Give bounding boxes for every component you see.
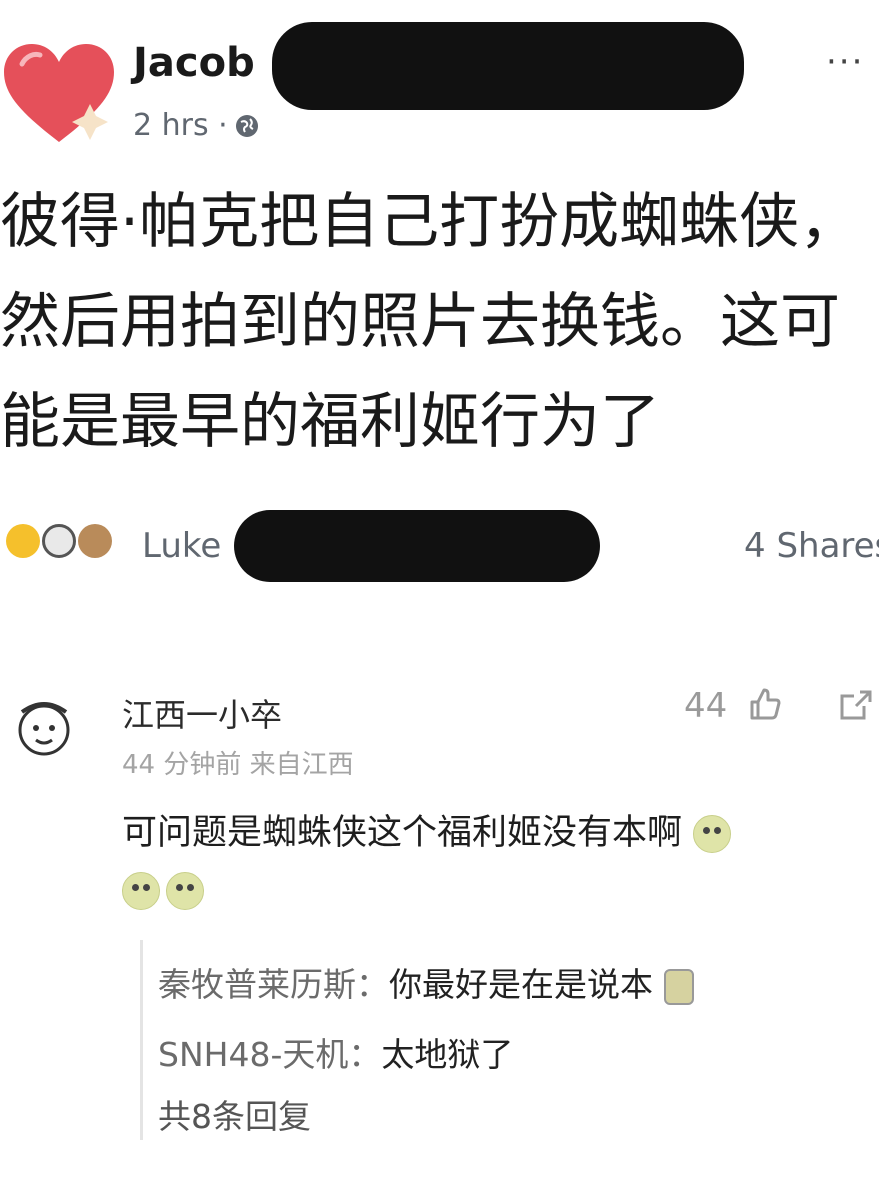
canned-face-icon — [663, 968, 694, 1005]
emoji-row — [122, 872, 204, 910]
haha-reaction-icon — [6, 524, 40, 558]
globe-icon — [235, 114, 258, 137]
pleading-face-icon — [166, 872, 204, 910]
thumbs-up-icon[interactable] — [746, 686, 782, 722]
commenter-avatar[interactable] — [8, 690, 80, 762]
reactor-name[interactable]: Luke — [142, 526, 221, 566]
reply-item[interactable]: 秦牧普莱历斯：你最好是在是说本 — [158, 958, 694, 1006]
comment-text: 可问题是蜘蛛侠这个福利姬没有本啊 — [122, 804, 732, 855]
more-options-icon[interactable]: ··· — [826, 42, 864, 82]
reply-text: 你最好是在是说本 — [389, 965, 653, 1004]
post-author[interactable]: Jacob — [133, 40, 255, 86]
shares-count[interactable]: 4 Shares — [744, 526, 879, 566]
post-timestamp: 2 hrs · — [133, 108, 260, 143]
pleading-face-icon — [693, 815, 732, 853]
share-icon[interactable] — [838, 688, 874, 722]
avatar-heart-icon[interactable] — [0, 38, 118, 150]
redaction-bar — [234, 510, 600, 582]
comment-text-content: 可问题是蜘蛛侠这个福利姬没有本啊 — [122, 813, 683, 853]
post-time-label: 2 hrs · — [133, 108, 228, 143]
care-reaction-icon — [42, 524, 76, 558]
commenter-name[interactable]: 江西一小卒 — [122, 690, 282, 736]
reply-item[interactable]: SNH48-天机：太地狱了 — [158, 1028, 513, 1076]
redaction-bar — [272, 22, 744, 110]
post-body-text: 彼得·帕克把自己打扮成蜘蛛侠，然后用拍到的照片去换钱。这可能是最早的福利姬行为了 — [0, 187, 860, 457]
comment-meta: 44 分钟前 来自江西 — [122, 750, 354, 780]
reply-text: 太地狱了 — [381, 1035, 514, 1074]
dog-reaction-icon — [78, 524, 112, 558]
reaction-icons[interactable] — [6, 524, 112, 558]
view-more-replies-link[interactable]: 共8条回复 — [158, 1090, 311, 1138]
reply-author[interactable]: 秦牧普莱历斯： — [158, 965, 389, 1004]
pleading-face-icon — [122, 872, 160, 910]
reply-author[interactable]: SNH48-天机： — [158, 1035, 381, 1074]
comment-like-count: 44 — [684, 686, 728, 726]
